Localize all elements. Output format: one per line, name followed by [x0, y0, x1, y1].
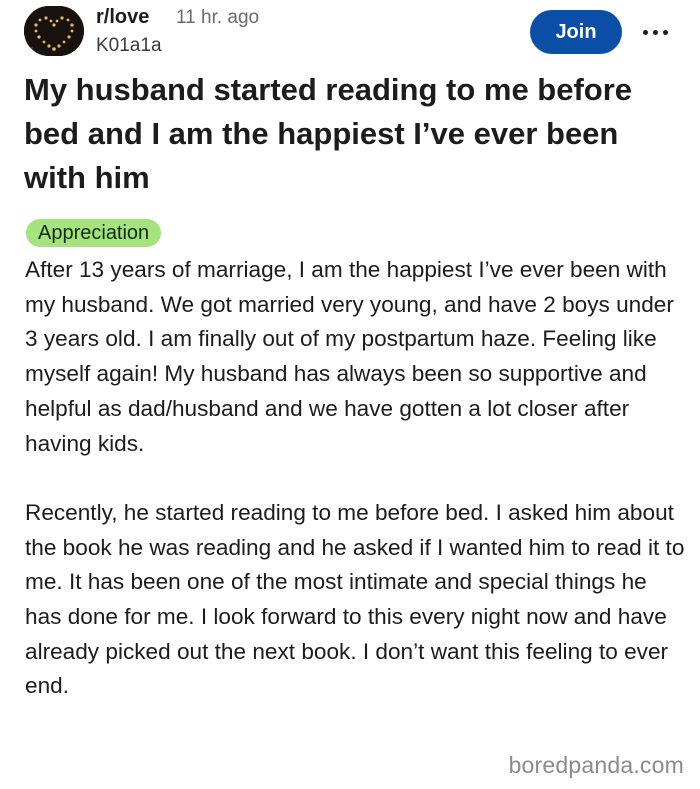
more-options-icon[interactable] — [640, 24, 670, 40]
post-timestamp: 11 hr. ago — [176, 7, 260, 28]
subreddit-avatar[interactable] — [24, 6, 84, 56]
body-paragraph: After 13 years of marriage, I am the hap… — [25, 257, 674, 456]
subreddit-name[interactable]: r/love — [96, 6, 149, 29]
post-body: After 13 years of marriage, I am the hap… — [25, 253, 685, 704]
watermark: boredpanda.com — [508, 752, 684, 778]
post-author[interactable]: K01a1a — [96, 35, 162, 57]
post-header: r/love 11 hr. ago K01a1a Join — [0, 0, 700, 70]
join-button[interactable]: Join — [530, 10, 622, 54]
post-flair[interactable]: Appreciation — [26, 219, 162, 247]
post-title[interactable]: My husband started reading to me before … — [24, 68, 674, 200]
body-paragraph: Recently, he started reading to me befor… — [25, 499, 685, 699]
heart-lights-icon — [24, 6, 84, 56]
